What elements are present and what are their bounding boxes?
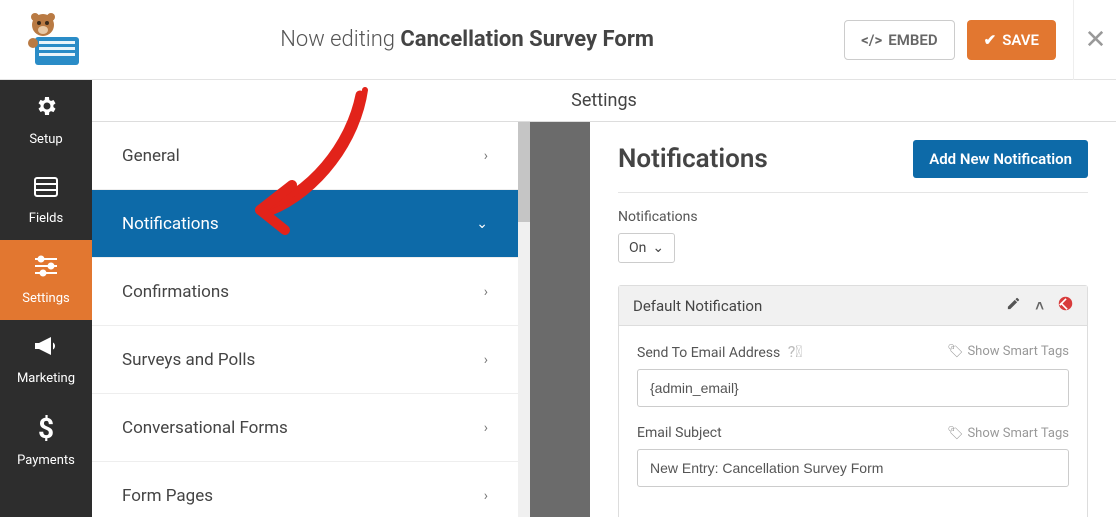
nav-marketing[interactable]: Marketing — [0, 320, 92, 400]
smart-tags-label: Show Smart Tags — [967, 426, 1069, 441]
send-to-input[interactable] — [637, 369, 1069, 407]
chevron-down-icon: ⌄ — [476, 216, 488, 232]
form-name: Cancellation Survey Form — [400, 27, 654, 52]
nav-fields[interactable]: Fields — [0, 160, 92, 240]
sidebar-item-formpages[interactable]: Form Pages › — [92, 462, 518, 517]
gear-icon — [34, 94, 58, 124]
chevron-down-icon: ⌄ — [652, 240, 664, 256]
sidebar-item-surveys[interactable]: Surveys and Polls › — [92, 326, 518, 394]
chevron-right-icon: › — [484, 420, 488, 436]
notification-card: Default Notification ˄ Send To Email Add… — [618, 285, 1088, 517]
sidebar-label: Surveys and Polls — [122, 350, 255, 370]
card-header: Default Notification ˄ — [619, 286, 1087, 326]
list-icon — [34, 175, 58, 203]
settings-heading: Settings — [92, 80, 1116, 122]
nav-settings-label: Settings — [22, 291, 69, 306]
smart-tags-label: Show Smart Tags — [967, 344, 1069, 359]
tag-icon: 🏷 — [947, 426, 964, 441]
notifications-toggle-label: Notifications — [618, 209, 1088, 225]
sidebar-label: Notifications — [122, 214, 219, 234]
sidebar-label: Form Pages — [122, 486, 213, 506]
nav-settings[interactable]: Settings — [0, 240, 92, 320]
app-logo — [20, 10, 90, 70]
send-to-label: Send To Email Address — [637, 345, 780, 361]
sidebar-label: Conversational Forms — [122, 418, 288, 438]
notifications-toggle-select[interactable]: On ⌄ — [618, 233, 675, 263]
embed-button[interactable]: </> EMBED — [844, 20, 954, 60]
toggle-value: On — [629, 240, 646, 256]
help-icon[interactable]: ?⃝ — [784, 342, 803, 361]
nav-setup-label: Setup — [29, 132, 62, 147]
settings-sidebar: General › Notifications ⌄ Confirmations … — [92, 122, 530, 517]
main-panel: Notifications Add New Notification Notif… — [590, 122, 1116, 517]
chevron-right-icon: › — [484, 148, 488, 164]
top-bar: Now editing Cancellation Survey Form </>… — [0, 0, 1116, 80]
nav-marketing-label: Marketing — [17, 371, 75, 386]
sidebar-item-confirmations[interactable]: Confirmations › — [92, 258, 518, 326]
save-label: SAVE — [1002, 31, 1039, 49]
card-title: Default Notification — [633, 297, 762, 315]
sidebar-item-notifications[interactable]: Notifications ⌄ — [92, 190, 518, 258]
nav-setup[interactable]: Setup — [0, 80, 92, 160]
bullhorn-icon — [33, 335, 59, 363]
chevron-up-icon[interactable]: ˄ — [1035, 297, 1044, 315]
code-icon: </> — [861, 31, 882, 49]
left-nav: Setup Fields Settings Marketing $ Paymen… — [0, 80, 92, 517]
edit-icon[interactable] — [1006, 296, 1021, 315]
check-icon: ✔ — [984, 31, 997, 49]
page-title: Now editing Cancellation Survey Form — [90, 27, 844, 52]
main-heading: Notifications — [618, 144, 768, 174]
save-button[interactable]: ✔ SAVE — [967, 20, 1056, 60]
nav-payments[interactable]: $ Payments — [0, 400, 92, 480]
panel-divider — [530, 122, 590, 517]
sidebar-item-general[interactable]: General › — [92, 122, 518, 190]
dollar-icon: $ — [38, 412, 54, 445]
sliders-icon — [33, 255, 59, 283]
tag-icon: 🏷 — [947, 344, 964, 359]
chevron-right-icon: › — [484, 284, 488, 300]
now-editing-label: Now editing — [280, 27, 395, 52]
nav-fields-label: Fields — [29, 211, 63, 226]
email-subject-label: Email Subject — [637, 425, 722, 441]
email-subject-input[interactable] — [637, 449, 1069, 487]
chevron-right-icon: › — [484, 352, 488, 368]
close-icon[interactable]: ✕ — [1073, 0, 1116, 80]
delete-icon[interactable] — [1058, 296, 1073, 315]
embed-label: EMBED — [888, 31, 937, 49]
sidebar-label: Confirmations — [122, 282, 229, 302]
show-smart-tags-link[interactable]: 🏷 Show Smart Tags — [947, 426, 1069, 441]
add-notification-button[interactable]: Add New Notification — [913, 140, 1088, 178]
show-smart-tags-link[interactable]: 🏷 Show Smart Tags — [947, 344, 1069, 359]
scrollbar-thumb[interactable] — [518, 122, 530, 222]
scrollbar-track[interactable] — [518, 122, 530, 517]
sidebar-item-conversational[interactable]: Conversational Forms › — [92, 394, 518, 462]
chevron-right-icon: › — [484, 488, 488, 504]
sidebar-label: General — [122, 146, 180, 166]
nav-payments-label: Payments — [17, 453, 75, 468]
